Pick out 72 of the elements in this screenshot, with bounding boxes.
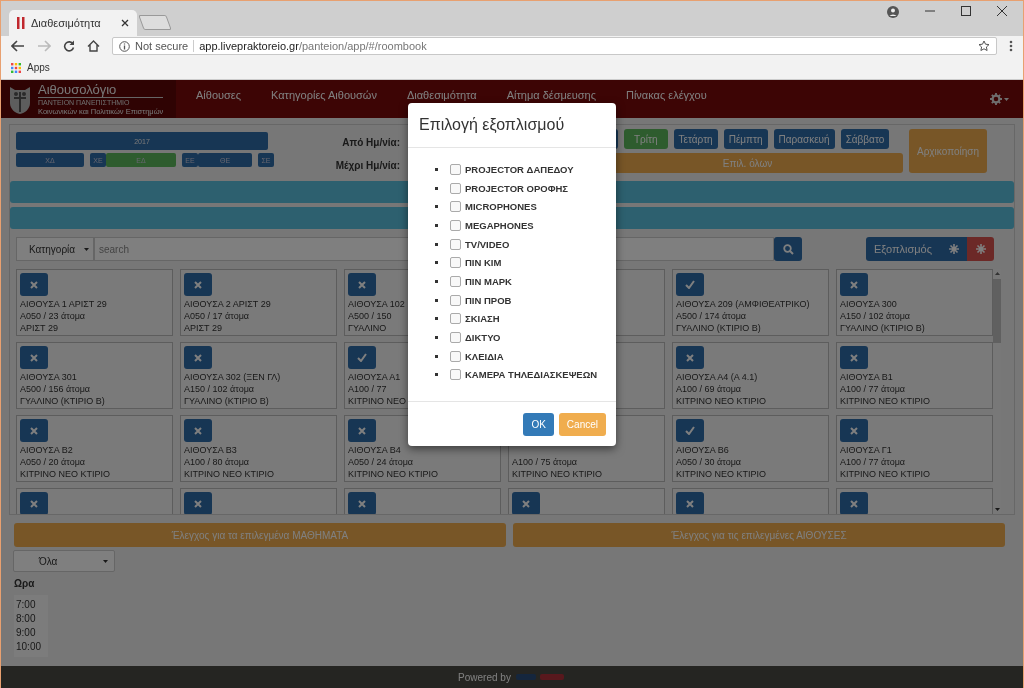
room-capacity: Α050 / 17 άτομα xyxy=(184,310,250,322)
room-building: ΚΙΤΡΙΝΟ ΝΕΟ xyxy=(348,395,406,407)
room-name: ΑΙΘΟΥΣΑ 301 xyxy=(20,371,77,383)
room-building: ΓΥΑΛΙΝΟ (ΚΤΙΡΙΟ Β) xyxy=(840,322,925,334)
time-label: 9:00 xyxy=(16,626,37,640)
room-capacity: Α500 / 174 άτομα xyxy=(676,310,747,322)
room-capacity: Α050 / 23 άτομα xyxy=(20,310,86,322)
equipment-label: ΠΙΝ ΜΑΡΚ xyxy=(465,275,512,287)
room-capacity: Α100 / 69 άτομα xyxy=(676,383,742,395)
brand-title: Αιθουσολόγιο xyxy=(38,82,164,98)
room-capacity: Α500 / 156 άτομα xyxy=(20,383,91,395)
room-building: ΓΥΑΛΙΝΟ xyxy=(348,322,387,334)
room-building: ΚΙΤΡΙΝΟ ΝΕΟ ΚΤΙΡΙΟ xyxy=(20,468,110,480)
room-capacity: Α100 / 77 άτομα xyxy=(840,456,906,468)
equipment-label: ΔΙΚΤΥΟ xyxy=(465,332,501,344)
equipment-label: ΚΑΜΕΡΑ ΤΗΛΕΔΙΑΣΚΕΨΕΩΝ xyxy=(465,369,598,381)
equipment-label: PROJECTOR ΔΑΠΕΔΟΥ xyxy=(465,163,574,175)
room-building: ΓΥΑΛΙΝΟ (ΚΤΙΡΙΟ Β) xyxy=(676,322,761,334)
time-label: 7:00 xyxy=(16,598,37,612)
room-capacity: Α050 / 24 άτομα xyxy=(348,456,414,468)
security-label: Not secure xyxy=(135,40,189,52)
room-capacity: Α100 / 77 xyxy=(348,383,387,395)
time-label: 10:00 xyxy=(16,640,43,654)
room-building: ΚΙΤΡΙΝΟ ΝΕΟ ΚΤΙΡΙΟ xyxy=(512,468,602,480)
equipment-label: MICROPHONES xyxy=(465,201,537,213)
footer-text: Powered by xyxy=(458,671,511,683)
room-name: ΑΙΘΟΥΣΑ Α4 (Α 4.1) xyxy=(676,371,758,383)
equipment-label: PROJECTOR ΟΡΟΦΗΣ xyxy=(465,182,569,194)
room-capacity: Α150 / 102 άτομα xyxy=(840,310,911,322)
room-building: ΓΥΑΛΙΝΟ (ΚΤΙΡΙΟ Β) xyxy=(20,395,105,407)
room-name: ΑΙΘΟΥΣΑ 302 (ΞΕΝ ΓΛ) xyxy=(184,371,281,383)
room-capacity: Α050 / 30 άτομα xyxy=(676,456,742,468)
room-building: ΚΙΤΡΙΝΟ ΝΕΟ ΚΤΙΡΙΟ xyxy=(676,468,766,480)
room-name: ΑΙΘΟΥΣΑ Α1 xyxy=(348,371,401,383)
date-label: Μέχρι Ημ/νία: xyxy=(335,160,400,171)
room-building: ΑΡΙΣΤ 29 xyxy=(184,322,222,334)
room-name: ΑΙΘΟΥΣΑ Β4 xyxy=(348,444,401,456)
room-building: ΚΙΤΡΙΝΟ ΝΕΟ ΚΤΙΡΙΟ xyxy=(348,468,438,480)
date-label: Από Ημ/νία: xyxy=(342,137,400,148)
room-building: ΚΙΤΡΙΝΟ ΝΕΟ ΚΤΙΡΙΟ xyxy=(840,468,930,480)
room-name: ΑΙΘΟΥΣΑ 1 ΑΡΙΣΤ 29 xyxy=(20,298,107,310)
equipment-label: MEGAPHONES xyxy=(465,219,534,231)
room-capacity: Α100 / 77 άτομα xyxy=(840,383,906,395)
url-text: app.livepraktoreio.gr/panteion/app/#/roombook xyxy=(199,40,427,52)
dialog-title: Επιλογή εξοπλισμού xyxy=(419,116,565,134)
room-capacity: Α100 / 80 άτομα xyxy=(184,456,250,468)
equipment-label: ΚΛΕΙΔΙΑ xyxy=(465,350,504,362)
room-capacity: Α150 / 102 άτομα xyxy=(184,383,255,395)
time-label: 8:00 xyxy=(16,612,37,626)
room-name: ΑΙΘΟΥΣΑ Β1 xyxy=(840,371,893,383)
room-building: ΚΙΤΡΙΝΟ ΝΕΟ ΚΤΙΡΙΟ xyxy=(184,468,274,480)
room-building: ΓΥΑΛΙΝΟ (ΚΤΙΡΙΟ Β) xyxy=(184,395,269,407)
room-name: ΑΙΘΟΥΣΑ Β2 xyxy=(20,444,73,456)
room-capacity: Α100 / 75 άτομα xyxy=(512,456,578,468)
equipment-label: ΣΚΙΑΣΗ xyxy=(465,313,500,325)
room-building: ΑΡΙΣΤ 29 xyxy=(20,322,58,334)
room-name: ΑΙΘΟΥΣΑ Β6 xyxy=(676,444,729,456)
room-capacity: Α500 / 150 xyxy=(348,310,392,322)
room-name: ΑΙΘΟΥΣΑ Γ1 xyxy=(840,444,892,456)
room-building: ΚΙΤΡΙΝΟ ΝΕΟ ΚΤΙΡΙΟ xyxy=(676,395,766,407)
room-name: ΑΙΘΟΥΣΑ Β3 xyxy=(184,444,237,456)
equipment-label: TV/VIDEO xyxy=(465,238,510,250)
equipment-label: ΠΙΝ ΚΙΜ xyxy=(465,257,502,269)
tab-title: Διαθεσιμότητα xyxy=(31,17,102,29)
room-name: ΑΙΘΟΥΣΑ 2 ΑΡΙΣΤ 29 xyxy=(184,298,271,310)
room-name: ΑΙΘΟΥΣΑ 102 xyxy=(348,298,405,310)
room-name: ΑΙΘΟΥΣΑ 300 xyxy=(840,298,897,310)
equipment-label: ΠΙΝ ΠΡΟΒ xyxy=(465,294,512,306)
room-capacity: Α050 / 20 άτομα xyxy=(20,456,86,468)
column-header: Ωρα xyxy=(14,578,36,589)
room-building: ΚΙΤΡΙΝΟ ΝΕΟ ΚΤΙΡΙΟ xyxy=(840,395,930,407)
room-name: ΑΙΘΟΥΣΑ 209 (ΑΜΦΙΘΕΑΤΡΙΚΟ) xyxy=(676,298,810,310)
